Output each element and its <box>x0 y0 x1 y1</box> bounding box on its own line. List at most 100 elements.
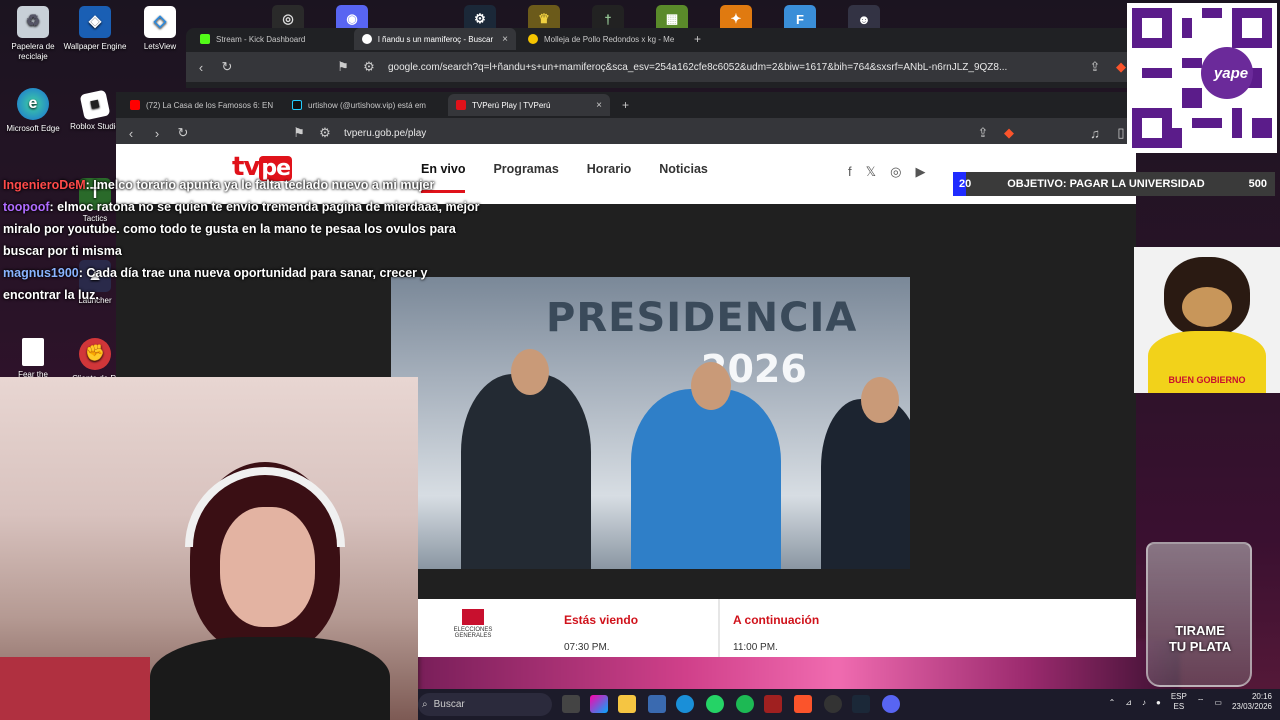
volume-icon[interactable]: ♪ <box>1142 698 1146 707</box>
youtube-icon <box>130 100 140 110</box>
streamer-body <box>150 637 390 720</box>
kick-icon <box>200 34 210 44</box>
stream-chat: IngenieroDeM: Imelco torario apunta ya l… <box>3 174 483 306</box>
tiktok-icon <box>292 100 302 110</box>
youtube-icon[interactable]: ▶ <box>915 164 925 180</box>
dog-overlay-image: BUEN GOBIERNO <box>1134 247 1280 393</box>
bookmark-icon[interactable]: ⚑ <box>292 125 306 141</box>
back-icon[interactable]: ‹ <box>124 126 138 141</box>
back-icon[interactable]: ‹ <box>194 60 208 75</box>
instagram-icon[interactable]: ◎ <box>890 164 901 180</box>
wallpaper-engine-icon: ◈ <box>79 6 111 38</box>
desktop-icon-recycle[interactable]: ♻ Papelera de reciclaje <box>0 6 66 62</box>
chat-username: magnus1900 <box>3 266 79 280</box>
site-info-icon[interactable]: ⚙ <box>318 125 332 141</box>
brave-icon[interactable]: ◆ <box>1002 125 1016 141</box>
tab-tvperu[interactable]: TVPerú Play | TVPerú × <box>448 94 610 116</box>
taskbar-search[interactable]: ⌕ Buscar <box>418 693 552 716</box>
candidate-1-head <box>511 349 549 395</box>
headphones <box>185 467 345 547</box>
obs-icon[interactable] <box>824 695 842 713</box>
site-info-icon[interactable]: ⚙ <box>362 59 376 75</box>
media-icon[interactable]: ♫ <box>1088 126 1102 141</box>
steam-icon[interactable] <box>852 695 870 713</box>
x-icon[interactable]: 𝕏 <box>866 164 876 180</box>
roblox-icon: ■ <box>79 89 111 121</box>
browser-window-back: Stream - Kick Dashboard l ñandu s un mam… <box>186 28 1136 88</box>
google-icon <box>362 34 372 44</box>
tab-youtube[interactable]: (72) La Casa de los Famosos 6: EN <box>122 94 280 116</box>
desktop-icon-edge[interactable]: e Microsoft Edge <box>0 88 66 134</box>
forward-icon[interactable]: › <box>150 126 164 141</box>
discord-icon[interactable] <box>882 695 900 713</box>
riot-icon: ✊ <box>79 338 111 370</box>
dota-icon[interactable] <box>764 695 782 713</box>
mercado-icon <box>528 34 538 44</box>
tab-molleja[interactable]: Molleja de Pollo Redondos x kg - Me <box>520 28 680 50</box>
new-tab-button[interactable]: + <box>614 94 634 116</box>
letsview-icon: ◇ <box>144 6 176 38</box>
copilot-icon[interactable] <box>590 695 608 713</box>
file-explorer-icon[interactable] <box>618 695 636 713</box>
battery-icon[interactable]: ▭ <box>1214 698 1222 707</box>
candidate-3 <box>821 399 910 569</box>
next-up-label: A continuación <box>733 613 820 627</box>
wifi-icon[interactable]: ⌔ <box>1197 697 1205 707</box>
file-icon <box>22 338 44 366</box>
candidate-2-head <box>691 362 731 410</box>
tip-jar <box>1146 542 1252 687</box>
social-links: f 𝕏 ◎ ▶ <box>848 164 925 180</box>
dog-shirt-text: BUEN GOBIERNO <box>1168 375 1246 385</box>
chat-message: magnus1900: Cada día trae una nueva opor… <box>3 262 483 306</box>
network-icon[interactable]: ⊿ <box>1125 698 1132 707</box>
live-video-player[interactable]: PRESIDENCIA 2026 <box>391 277 910 569</box>
chat-message: toopoof: elmoc ratona no se quien te env… <box>3 196 483 262</box>
desktop-icon-fear[interactable]: Fear the <box>0 338 66 380</box>
new-tab-button[interactable]: + <box>686 28 706 50</box>
url-text[interactable]: tvperu.gob.pe/play <box>344 128 964 139</box>
close-tab-icon[interactable]: × <box>502 34 508 45</box>
tab-google-search[interactable]: l ñandu s un mamiferoç - Buscar × <box>354 28 516 50</box>
share-icon[interactable]: ⇪ <box>976 125 990 141</box>
candidate-3-head <box>861 377 899 423</box>
recycle-bin-icon: ♻ <box>17 6 49 38</box>
clock[interactable]: 20:16 23/03/2026 <box>1232 692 1272 712</box>
chat-text: : Imelco torario apunta ya le falta tecl… <box>85 178 435 192</box>
donation-goal-bar: 20 OBJETIVO: PAGAR LA UNIVERSIDAD 500 <box>953 172 1275 196</box>
elecciones-logo: ELECCIONES GENERALES <box>448 609 498 649</box>
now-watching-label: Estás viendo <box>564 613 639 627</box>
dog-snout <box>1182 287 1232 327</box>
candidate-2 <box>631 389 781 569</box>
chat-username: toopoof <box>3 200 50 214</box>
chevron-up-icon[interactable]: ⌃ <box>1109 698 1116 707</box>
nav-programas[interactable]: Programas <box>493 162 558 193</box>
bed-cover <box>0 657 150 720</box>
store-icon[interactable] <box>648 695 666 713</box>
task-view-icon[interactable] <box>562 695 580 713</box>
whatsapp-icon[interactable] <box>706 695 724 713</box>
spotify-icon[interactable] <box>736 695 754 713</box>
language-indicator[interactable]: ESP ES <box>1171 692 1187 712</box>
close-tab-icon[interactable]: × <box>596 100 602 111</box>
bookmark-icon[interactable]: ⚑ <box>336 59 350 75</box>
sidebar-icon[interactable]: ▯ <box>1114 125 1128 141</box>
chat-message: IngenieroDeM: Imelco torario apunta ya l… <box>3 174 483 196</box>
desktop-icon-wallpaper[interactable]: ◈ Wallpaper Engine <box>62 6 128 52</box>
desktop-icon-letsview[interactable]: ◇ LetsView <box>127 6 193 52</box>
mic-icon[interactable]: ● <box>1156 698 1161 707</box>
tab-tiktok[interactable]: urtishow (@urtishow.vip) está em <box>284 94 442 116</box>
share-icon[interactable]: ⇪ <box>1088 59 1102 75</box>
url-text[interactable]: google.com/search?q=l+ñandu+s+un+mamifer… <box>388 62 1076 73</box>
tip-jar-text: TIRAME TU PLATA <box>1168 623 1232 654</box>
reload-icon[interactable]: ↻ <box>176 125 190 141</box>
brave-icon[interactable] <box>794 695 812 713</box>
brave-icon[interactable]: ◆ <box>1114 59 1128 75</box>
edge-icon[interactable] <box>676 695 694 713</box>
reload-icon[interactable]: ↻ <box>220 59 234 75</box>
nav-noticias[interactable]: Noticias <box>659 162 708 193</box>
facebook-icon[interactable]: f <box>848 164 852 180</box>
flag-icon <box>462 609 484 625</box>
schedule-strip: Estás viendo 07:30 PM. ELECCIONES GENERA… <box>418 599 1136 657</box>
nav-horario[interactable]: Horario <box>587 162 631 193</box>
tab-kick[interactable]: Stream - Kick Dashboard <box>192 28 352 50</box>
